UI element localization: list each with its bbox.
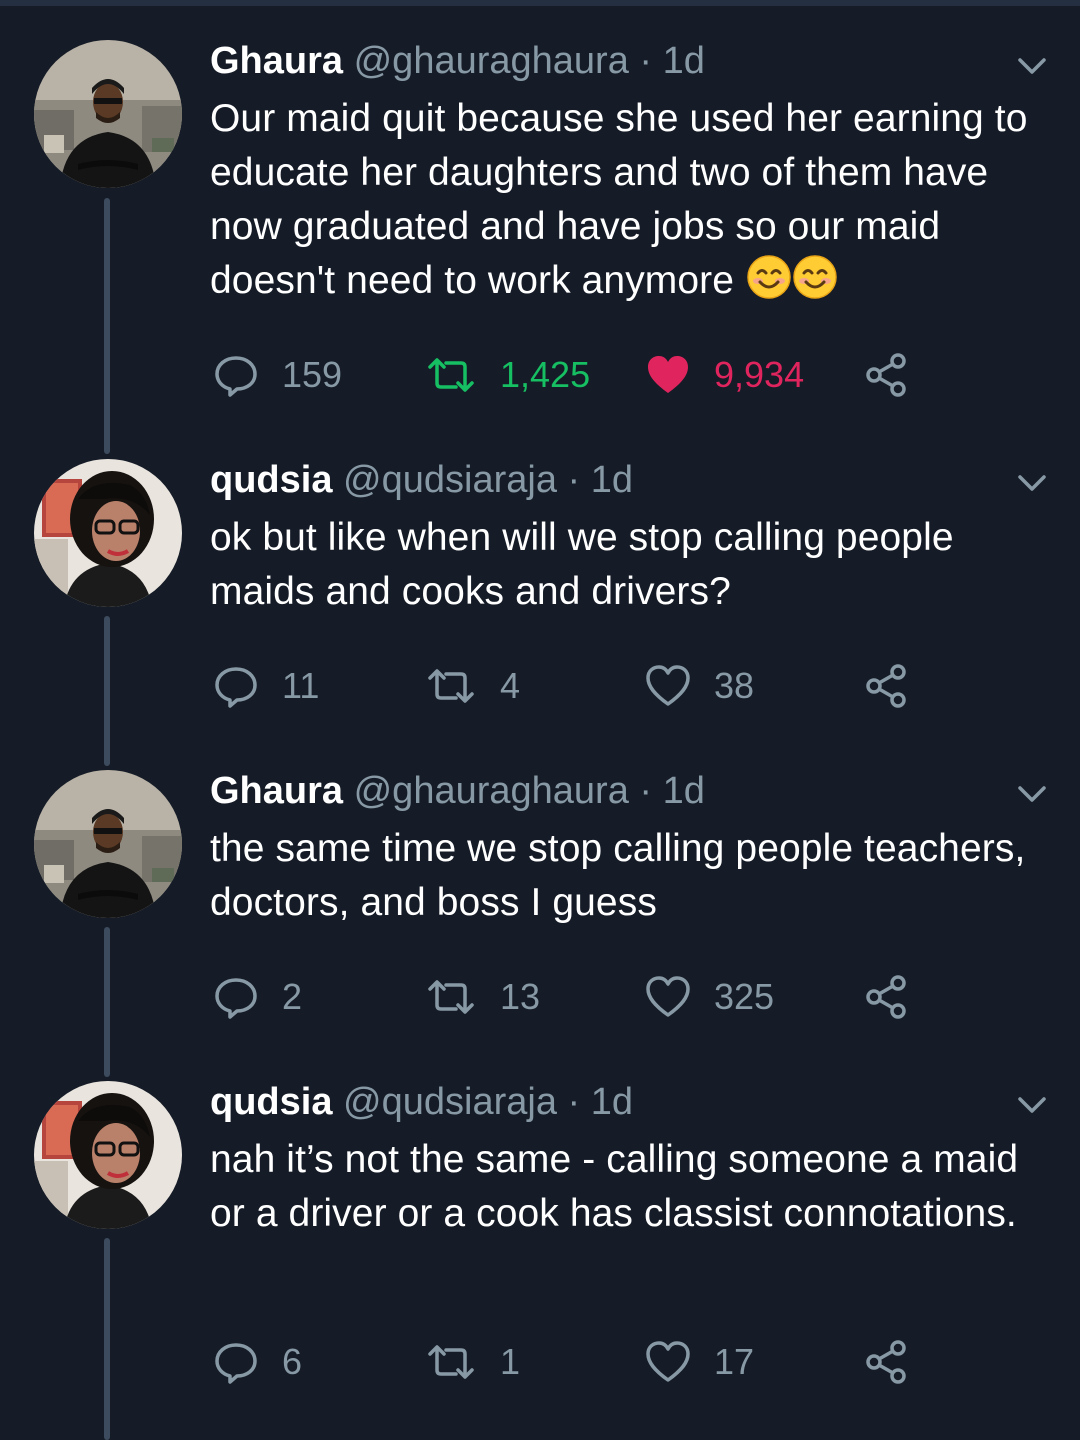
chevron-down-icon[interactable] — [1012, 774, 1052, 814]
heart-icon — [644, 1338, 692, 1386]
reply-count: 2 — [282, 976, 303, 1017]
share-button[interactable] — [862, 972, 910, 1022]
share-button[interactable] — [862, 350, 910, 400]
avatar[interactable] — [34, 40, 182, 188]
share-button[interactable] — [862, 1337, 910, 1387]
top-bar — [0, 0, 1080, 6]
reply-icon — [212, 662, 260, 710]
reply-icon — [212, 973, 260, 1021]
handle-time[interactable]: @ghauraghaura · 1d — [354, 40, 705, 82]
heart-icon — [644, 973, 692, 1021]
handle-time[interactable]: @qudsiaraja · 1d — [343, 459, 633, 501]
tweet-text-content: Our maid quit because she used her earni… — [210, 97, 1028, 302]
tweet-actions: 159 1,425 9,934 — [212, 350, 1032, 400]
reply-button[interactable]: 6 — [212, 1337, 302, 1387]
tweet-header: qudsia @qudsiaraja · 1d — [210, 1081, 1030, 1123]
handle-time[interactable]: @ghauraghaura · 1d — [354, 770, 705, 812]
retweet-icon — [424, 351, 478, 399]
like-count: 9,934 — [714, 354, 805, 395]
tweet-text: nah it’s not the same - calling someone … — [210, 1138, 1019, 1235]
thread-line — [104, 198, 110, 454]
share-icon — [862, 1338, 910, 1386]
smiling-face-icon — [746, 254, 792, 300]
chevron-down-icon[interactable] — [1012, 46, 1052, 86]
tweet-header: qudsia @qudsiaraja · 1d — [210, 459, 1030, 501]
retweet-count: 4 — [500, 665, 521, 706]
tweet-actions: 6 1 17 — [212, 1337, 1032, 1387]
like-count: 325 — [714, 976, 775, 1017]
retweet-icon — [424, 1338, 478, 1386]
thread-line — [104, 927, 110, 1077]
smiling-face-icon — [792, 254, 838, 300]
share-icon — [862, 662, 910, 710]
retweet-button[interactable]: 13 — [424, 972, 540, 1022]
tweet-text: ok but like when will we stop calling pe… — [210, 516, 954, 613]
tweet-actions: 2 13 325 — [212, 972, 1032, 1022]
retweet-icon — [424, 973, 478, 1021]
like-count: 38 — [714, 665, 755, 706]
tweet-text: the same time we stop calling people tea… — [210, 827, 1026, 924]
reply-button[interactable]: 2 — [212, 972, 302, 1022]
display-name[interactable]: qudsia — [210, 1081, 332, 1123]
reply-count: 11 — [282, 665, 320, 706]
share-icon — [862, 351, 910, 399]
like-button[interactable]: 9,934 — [644, 350, 804, 400]
thread-line — [104, 1238, 110, 1440]
handle-time[interactable]: @qudsiaraja · 1d — [343, 1081, 633, 1123]
chevron-down-icon[interactable] — [1012, 463, 1052, 503]
like-button[interactable]: 17 — [644, 1337, 754, 1387]
avatar[interactable] — [34, 459, 182, 607]
tweet-header: Ghaura @ghauraghaura · 1d — [210, 40, 1030, 82]
like-button[interactable]: 38 — [644, 661, 754, 711]
like-count: 17 — [714, 1341, 755, 1382]
share-button[interactable] — [862, 661, 910, 711]
reply-count: 159 — [282, 354, 343, 395]
retweet-button[interactable]: 4 — [424, 661, 520, 711]
display-name[interactable]: Ghaura — [210, 770, 343, 812]
retweet-count: 1,425 — [500, 354, 591, 395]
avatar[interactable] — [34, 1081, 182, 1229]
retweet-count: 1 — [500, 1341, 521, 1382]
display-name[interactable]: qudsia — [210, 459, 332, 501]
retweet-count: 13 — [500, 976, 541, 1017]
like-button[interactable]: 325 — [644, 972, 774, 1022]
reply-count: 6 — [282, 1341, 303, 1382]
share-icon — [862, 973, 910, 1021]
avatar[interactable] — [34, 770, 182, 918]
retweet-button[interactable]: 1,425 — [424, 350, 590, 400]
heart-icon — [644, 662, 692, 710]
chevron-down-icon[interactable] — [1012, 1085, 1052, 1125]
display-name[interactable]: Ghaura — [210, 40, 343, 82]
reply-icon — [212, 1338, 260, 1386]
tweet-actions: 11 4 38 — [212, 661, 1032, 711]
reply-button[interactable]: 159 — [212, 350, 342, 400]
reply-icon — [212, 351, 260, 399]
tweet-text: Our maid quit because she used her earni… — [210, 92, 1030, 308]
thread-line — [104, 616, 110, 766]
reply-button[interactable]: 11 — [212, 661, 319, 711]
tweet-header: Ghaura @ghauraghaura · 1d — [210, 770, 1030, 812]
heart-icon — [644, 351, 692, 399]
retweet-icon — [424, 662, 478, 710]
retweet-button[interactable]: 1 — [424, 1337, 520, 1387]
